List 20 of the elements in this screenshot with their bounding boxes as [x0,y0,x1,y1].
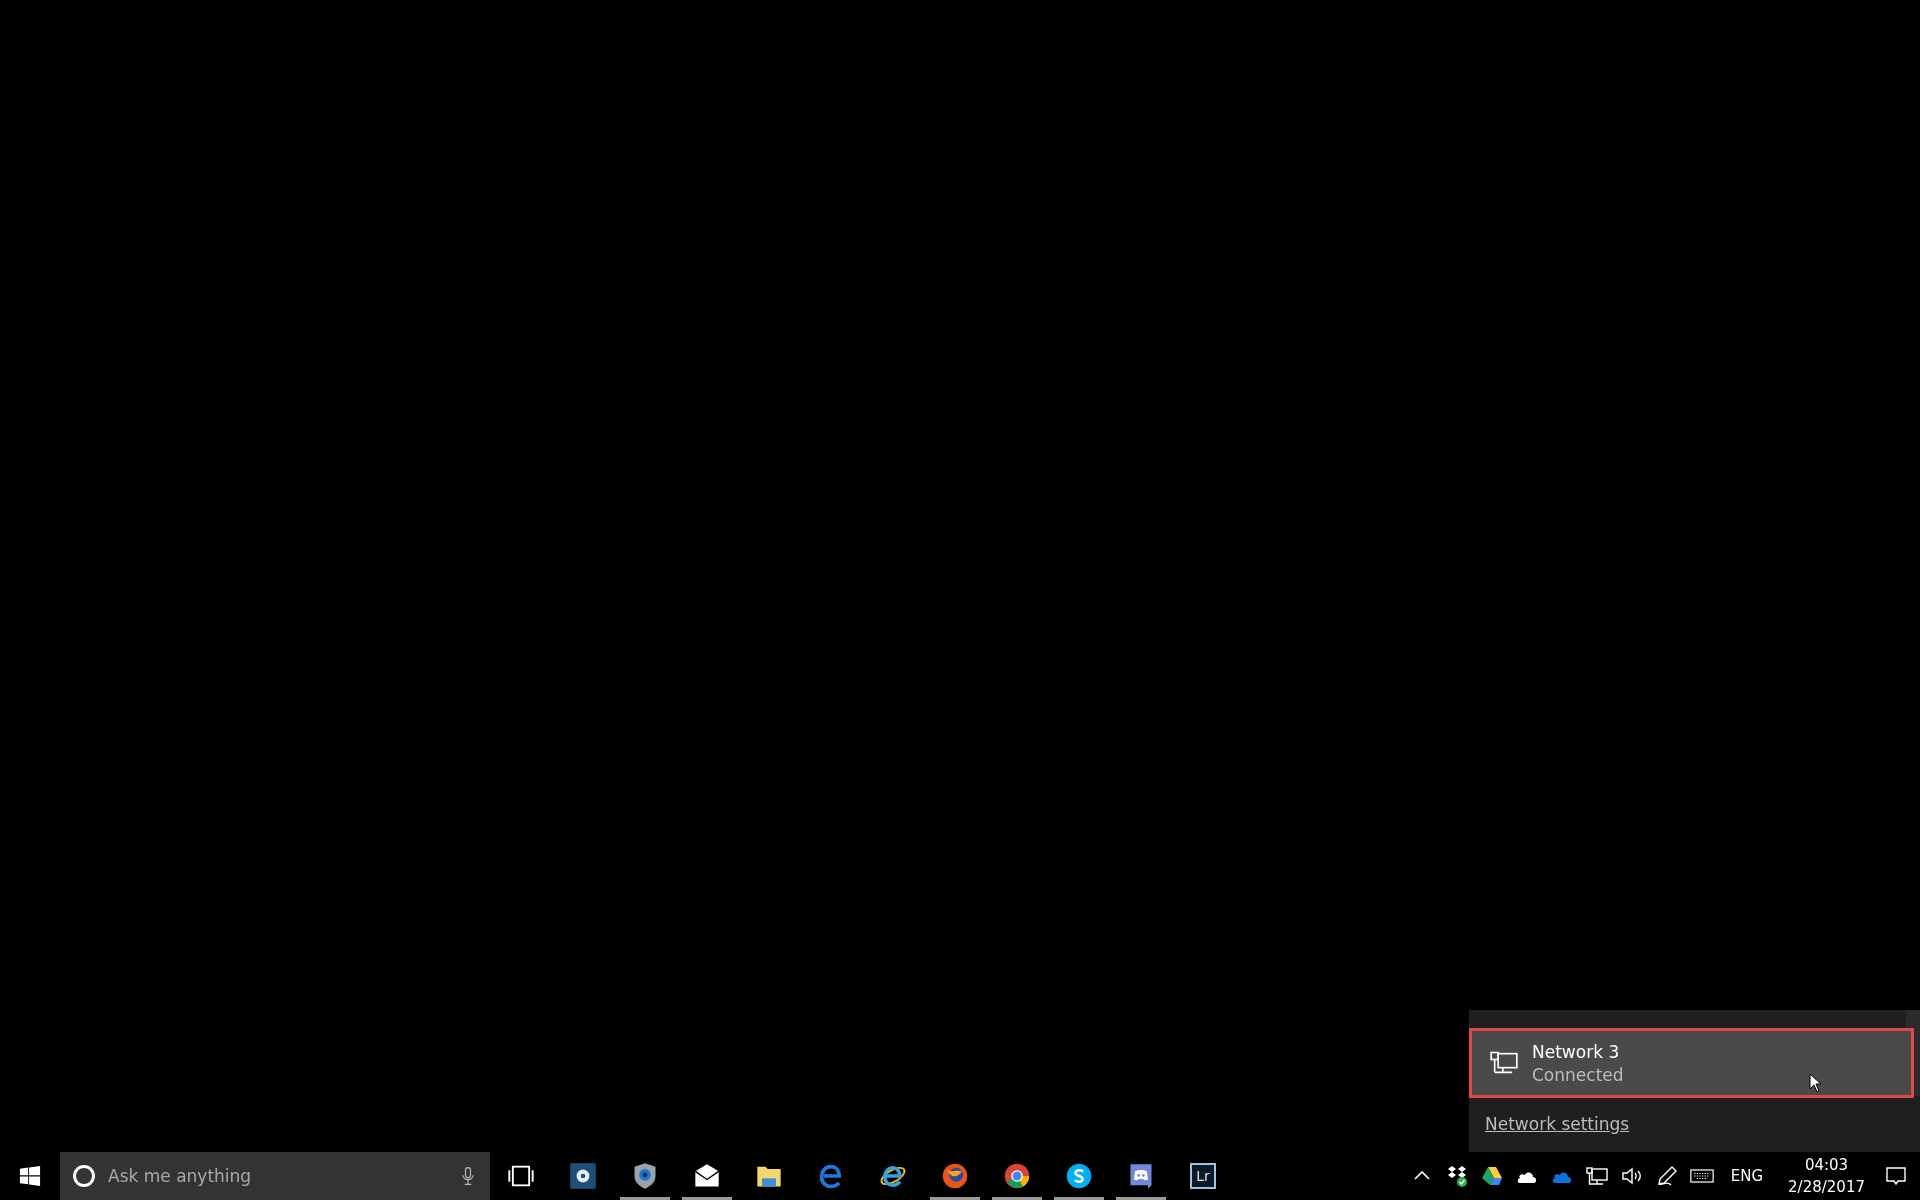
ring-icon[interactable] [72,1164,96,1188]
mail-icon[interactable] [693,1162,721,1190]
connection-status: Connected [1532,1064,1624,1085]
gear-icon[interactable] [569,1162,597,1190]
clock[interactable]: 04:03 2/28/2017 [1780,1156,1873,1196]
app-icon[interactable]: Lr [1190,1163,1216,1189]
browser-icon[interactable] [1003,1162,1031,1190]
browser-icon[interactable] [941,1162,969,1190]
search-bar[interactable]: Ask me anything [60,1152,490,1200]
triangle-drive-icon[interactable] [1479,1164,1504,1188]
language-indicator[interactable]: ENG [1724,1167,1770,1185]
chat-icon[interactable] [1065,1162,1093,1190]
cursor-icon [1809,1073,1823,1093]
network-name: Network 3 [1532,1041,1621,1062]
network-settings-link[interactable]: Network settings [1485,1114,1630,1134]
windows-logo-icon[interactable] [19,1165,41,1187]
search-field[interactable]: Ask me anything [106,1165,432,1187]
network-item[interactable]: Network 3 Connected [1469,1028,1914,1098]
notification-icon[interactable] [1884,1164,1908,1188]
network-icon[interactable] [1584,1164,1609,1188]
